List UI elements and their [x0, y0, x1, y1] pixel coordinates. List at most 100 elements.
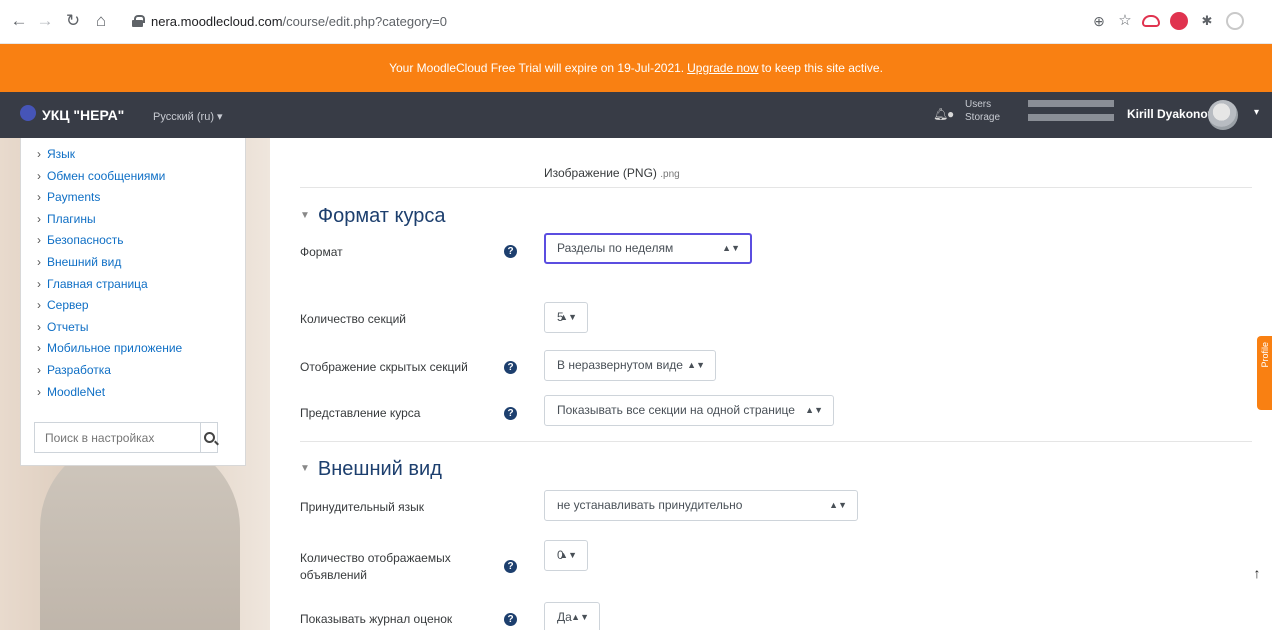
help-icon[interactable]: ?	[504, 245, 517, 258]
lock-icon	[132, 15, 145, 27]
profile-icon[interactable]	[1226, 12, 1244, 30]
sections-count-label: Количество секций	[300, 312, 406, 326]
bell-icon[interactable]: 🔔︎	[933, 107, 948, 121]
sidebar-item[interactable]: › Плагины	[37, 209, 245, 231]
chevron-right-icon: ›	[37, 211, 41, 226]
help-icon[interactable]: ?	[504, 560, 517, 573]
banner-text-after: to keep this site active.	[761, 61, 883, 75]
settings-nav-list: › Язык › Обмен сообщениями › Payments › Плагины…	[21, 138, 245, 403]
news-items-label: Количество отображаемых объявлений	[300, 551, 451, 582]
home-icon[interactable]: ⌂	[90, 10, 112, 32]
format-select[interactable]: Разделы по неделям ▲▼	[544, 233, 752, 264]
sidebar-item-label: Плагины	[47, 211, 96, 226]
navbar: УКЦ "НЕРА" Русский (ru) ▾ 🔔︎ ● Users Sto…	[0, 92, 1272, 138]
show-grades-select[interactable]: Да ▲▼	[544, 602, 600, 630]
sections-count-select[interactable]: 5 ▲▼	[544, 302, 588, 333]
section-appearance[interactable]: ▼ Внешний вид	[300, 458, 442, 481]
hidden-sections-select[interactable]: В неразвернутом виде ▲▼	[544, 350, 716, 381]
section-collapse-icon: ▼	[300, 210, 310, 221]
browser-toolbar: ← → ↻ ⌂ nera.moodlecloud.com/course/edit…	[0, 0, 1272, 44]
site-name[interactable]: УКЦ "НЕРА"	[42, 107, 124, 123]
sidebar-item-label: Мобильное приложение	[47, 341, 183, 356]
format-label: Формат	[300, 245, 343, 259]
chevron-right-icon: ›	[37, 384, 41, 399]
sidebar-item[interactable]: › Внешний вид	[37, 252, 245, 274]
chevron-right-icon: ›	[37, 254, 41, 269]
avatar[interactable]	[1208, 100, 1238, 130]
address-bar[interactable]: nera.moodlecloud.com/course/edit.php?cat…	[132, 7, 932, 35]
main-content: Изображение (PNG) .png ▼ Формат курса Фор…	[272, 138, 1272, 630]
chevron-right-icon: ›	[37, 147, 41, 161]
background-figure	[40, 438, 240, 630]
hidden-sections-label: Отображение скрытых секций	[300, 360, 468, 374]
sidebar-item[interactable]: › MoodleNet	[37, 382, 245, 404]
back-icon[interactable]: ←	[8, 10, 30, 32]
chevron-right-icon: ›	[37, 319, 41, 334]
course-layout-label: Представление курса	[300, 406, 421, 420]
trial-banner: Your MoodleCloud Free Trial will expire …	[0, 44, 1272, 92]
forward-icon[interactable]: →	[34, 10, 56, 32]
language-menu[interactable]: Русский (ru) ▾	[153, 110, 223, 123]
chevron-right-icon: ›	[37, 298, 41, 313]
help-icon[interactable]: ?	[504, 407, 517, 420]
url-text: nera.moodlecloud.com/course/edit.php?cat…	[151, 13, 447, 29]
reload-icon[interactable]: ↻	[62, 10, 84, 32]
search-icon	[203, 432, 215, 443]
section-collapse-icon: ▼	[300, 463, 310, 474]
sidebar-item[interactable]: › Мобильное приложение	[37, 338, 245, 360]
sidebar-item[interactable]: › Язык	[37, 144, 245, 166]
chevron-right-icon: ›	[37, 190, 41, 205]
star-icon[interactable]: ☆	[1114, 10, 1136, 32]
news-items-select[interactable]: 0 ▲▼	[544, 540, 588, 571]
sidebar-item[interactable]: › Главная страница	[37, 274, 245, 296]
divider	[300, 187, 1252, 188]
sidebar-item-label: Главная страница	[47, 276, 148, 291]
show-grades-label: Показывать журнал оценок	[300, 612, 453, 626]
file-type-text: Изображение (PNG) .png	[544, 166, 680, 180]
sidebar-item-label: Безопасность	[47, 233, 124, 248]
sidebar-item[interactable]: › Сервер	[37, 295, 245, 317]
settings-search	[34, 422, 218, 453]
sidebar-item-label: Payments	[47, 190, 101, 205]
force-language-select[interactable]: не устанавливать принудительно ▲▼	[544, 490, 858, 521]
banner-text: Your MoodleCloud Free Trial will expire …	[389, 61, 685, 75]
chevron-right-icon: ›	[37, 233, 41, 248]
extensions-puzzle-icon[interactable]: ✱	[1196, 10, 1218, 32]
usage-labels: Users Storage	[965, 99, 1001, 123]
settings-nav-panel: › Язык › Обмен сообщениями › Payments › Плагины…	[20, 138, 246, 466]
sidebar-item-label: Разработка	[47, 362, 111, 377]
users-usage-bar	[1028, 100, 1114, 107]
sidebar-item-label: Отчеты	[47, 319, 89, 334]
sidebar-item[interactable]: › Безопасность	[37, 230, 245, 252]
chevron-right-icon: ›	[37, 168, 41, 183]
sidebar-item[interactable]: › Payments	[37, 187, 245, 209]
search-button[interactable]	[200, 423, 217, 452]
chevron-right-icon: ›	[37, 362, 41, 377]
section-course-format[interactable]: ▼ Формат курса	[300, 205, 446, 228]
chat-icon[interactable]: ●	[947, 107, 954, 121]
storage-usage-bar	[1028, 114, 1114, 121]
sidebar-item[interactable]: › Обмен сообщениями	[37, 166, 245, 188]
sidebar-item-label: Сервер	[47, 298, 89, 313]
sidebar-item-label: Внешний вид	[47, 254, 122, 269]
adblock-icon[interactable]	[1170, 12, 1188, 30]
upgrade-link[interactable]: Upgrade now	[687, 61, 758, 75]
user-name[interactable]: Kirill Dyakonov	[1127, 107, 1214, 121]
course-layout-select[interactable]: Показывать все секции на одной странице ▲…	[544, 395, 834, 426]
chevron-down-icon[interactable]: ▾	[1254, 107, 1259, 118]
sidebar-item-label: Обмен сообщениями	[47, 168, 166, 183]
extension-icon[interactable]	[1142, 15, 1160, 27]
sidebar-item[interactable]: › Разработка	[37, 360, 245, 382]
divider	[300, 441, 1252, 442]
zoom-icon[interactable]: ⊕	[1088, 10, 1110, 32]
force-language-label: Принудительный язык	[300, 500, 424, 514]
arrow-up-icon[interactable]: ↑	[1248, 565, 1266, 583]
profile-side-tab[interactable]: Profile	[1257, 336, 1272, 410]
search-input[interactable]	[35, 423, 200, 452]
site-logo-icon[interactable]	[20, 105, 36, 121]
help-icon[interactable]: ?	[504, 613, 517, 626]
help-icon[interactable]: ?	[504, 361, 517, 374]
sidebar-item[interactable]: › Отчеты	[37, 317, 245, 339]
sidebar-item-label: MoodleNet	[47, 384, 106, 399]
chevron-right-icon: ›	[37, 276, 41, 291]
